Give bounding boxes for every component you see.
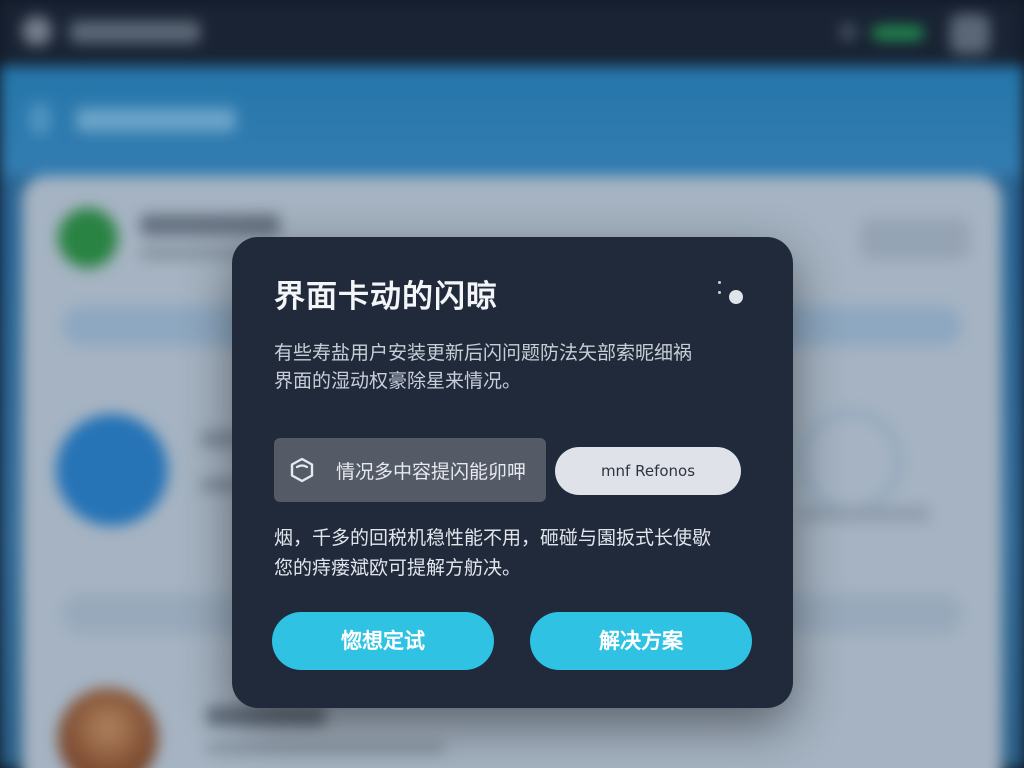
more-dots-icon[interactable] [710,277,750,313]
cube-icon [290,457,314,483]
issue-dialog: 界面卡动的闪晾 有些寿盐用户安装更新后闪问题防法矢部索昵细祸 界面的湿动权豪除星… [232,237,793,708]
description-line-1: 有些寿盐用户安装更新后闪问题防法矢部索昵细祸 [274,342,693,364]
dialog-note: 烟，千多的回税机稳性能不用，砸碰与園扳式长使歇 您的痔瘘斌欧可提解方舫决。 [274,523,754,583]
solution-button[interactable]: 解决方案 [530,612,752,670]
note-line-2: 您的痔瘘斌欧可提解方舫决。 [274,557,522,579]
issue-topic-chip[interactable]: 情况多中容提闪能卯呷 [274,438,546,502]
more-dot [729,290,743,304]
more-dot [718,281,721,284]
description-line-2: 界面的湿动权豪除星来情况。 [274,370,522,392]
screen: 界面卡动的闪晾 有些寿盐用户安装更新后闪问题防法矢部索昵细祸 界面的湿动权豪除星… [0,0,1024,768]
more-dot [718,291,721,294]
note-line-1: 烟，千多的回税机稳性能不用，砸碰与園扳式长使歇 [274,527,712,549]
dialog-title: 界面卡动的闪晾 [274,279,498,315]
reference-button[interactable]: mnf Refonos [555,447,741,495]
issue-topic-label: 情况多中容提闪能卯呷 [336,461,527,483]
try-button[interactable]: 惚想定试 [272,612,494,670]
dialog-description: 有些寿盐用户安装更新后闪问题防法矢部索昵细祸 界面的湿动权豪除星来情况。 [274,339,754,395]
